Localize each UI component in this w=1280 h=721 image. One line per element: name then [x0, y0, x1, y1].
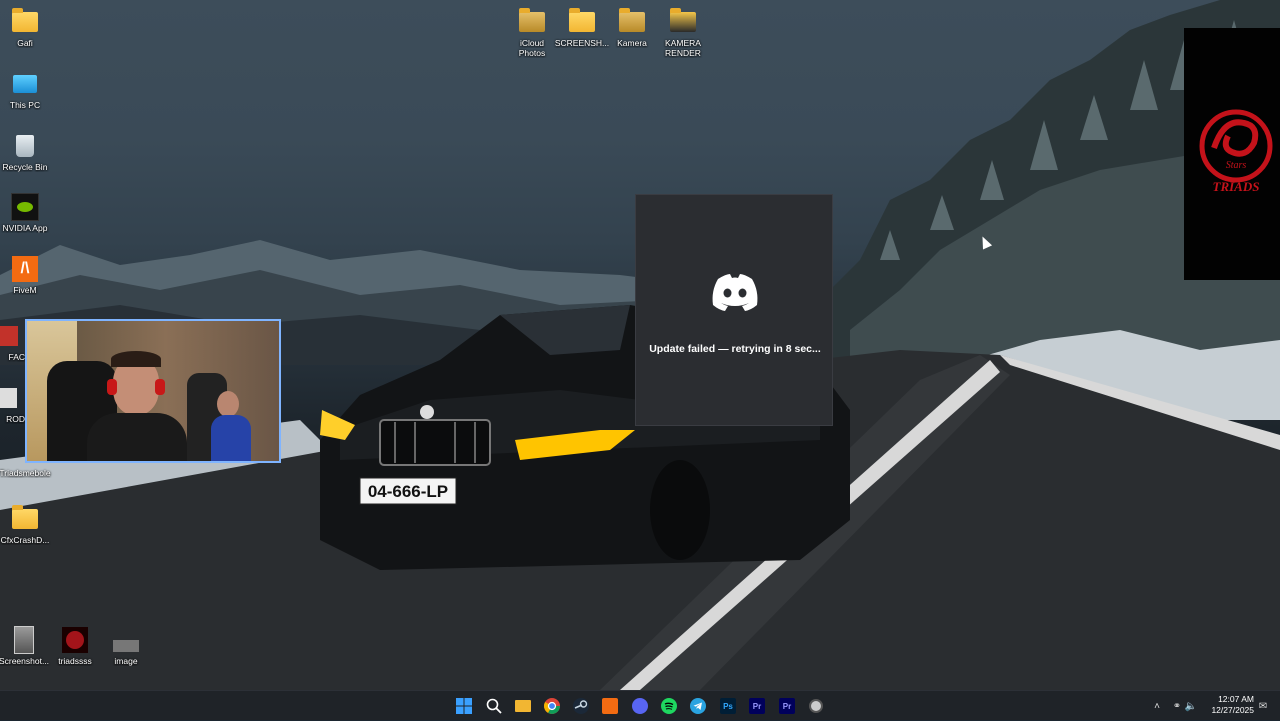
folder-icon — [518, 8, 546, 36]
image-file-icon — [61, 626, 89, 654]
telegram-button[interactable] — [688, 696, 708, 716]
steam-button[interactable] — [571, 696, 591, 716]
license-plate: 04-666-LP — [368, 482, 448, 501]
desktop-icon-fivem[interactable]: /\ FiveM — [0, 255, 55, 295]
discord-updater-dialog: Update failed — retrying in 8 sec... — [635, 194, 833, 426]
file-explorer-button[interactable] — [513, 696, 533, 716]
desktop-icon-image[interactable]: image — [96, 626, 156, 666]
photoshop-button[interactable]: Ps — [718, 696, 738, 716]
app-icon — [0, 384, 21, 412]
chrome-icon — [544, 698, 560, 714]
monitor-icon — [11, 70, 39, 98]
fivem-taskbar-button[interactable] — [600, 696, 620, 716]
speaker-icon[interactable]: 🔈 — [1184, 701, 1198, 712]
triads-logo-panel: Stars TRIADS — [1184, 28, 1280, 280]
fivem-icon — [602, 698, 618, 714]
desktop-icon-kamera-render[interactable]: KAMERA RENDER — [653, 8, 713, 58]
triads-text-stars: Stars — [1226, 160, 1247, 171]
search-icon — [486, 698, 502, 714]
folder-icon — [669, 8, 697, 36]
discord-icon — [632, 698, 648, 714]
notifications-icon[interactable]: ✉ — [1256, 701, 1270, 712]
desktop-icon-gafi[interactable]: Gafi — [0, 8, 55, 48]
steam-icon — [573, 698, 589, 714]
photoshop-icon: Ps — [720, 698, 736, 714]
folder-icon — [618, 8, 646, 36]
windows-logo-icon — [456, 698, 472, 714]
chrome-button[interactable] — [542, 696, 562, 716]
desktop-icon-this-pc[interactable]: This PC — [0, 70, 55, 110]
telegram-icon — [690, 698, 706, 714]
recycle-bin-icon — [11, 132, 39, 160]
clock-date: 12/27/2025 — [1211, 705, 1254, 715]
triads-logo: Stars TRIADS — [1199, 109, 1273, 194]
file-explorer-icon — [515, 700, 531, 712]
premiere-icon: Pr — [749, 698, 765, 714]
obs-button[interactable] — [806, 696, 826, 716]
premiere-button[interactable]: Pr — [747, 696, 767, 716]
app-icon — [0, 322, 21, 350]
language-globe-icon[interactable]: ⚭ — [1170, 701, 1184, 712]
desktop-icon-cfxcrash[interactable]: CfxCrashD... — [0, 505, 55, 545]
show-hidden-icons-chevron-icon[interactable]: ˄ — [1150, 701, 1164, 712]
system-clock[interactable]: 12:07 AM 12/27/2025 — [1211, 694, 1254, 716]
search-button[interactable] — [484, 696, 504, 716]
spotify-button[interactable] — [659, 696, 679, 716]
triads-text-triads: TRIADS — [1213, 179, 1260, 194]
desktop-icon-nvidia-app[interactable]: NVIDIA App — [0, 193, 55, 233]
image-file-icon — [10, 626, 38, 654]
desktop-icon-triadsmebole[interactable]: Triadsmebole — [0, 468, 55, 478]
start-button[interactable] — [454, 696, 474, 716]
discord-taskbar-button[interactable] — [630, 696, 650, 716]
discord-logo-icon — [712, 274, 758, 311]
taskbar: Ps Pr Pr ˄ ⚭ 🔈 12:07 AM 12/27/2025 ✉ — [0, 690, 1280, 720]
nvidia-icon — [11, 193, 39, 221]
folder-icon — [568, 8, 596, 36]
folder-icon — [11, 8, 39, 36]
update-status-message: Update failed — retrying in 8 sec... — [649, 343, 821, 355]
fivem-icon: /\ — [11, 255, 39, 283]
image-file-icon — [112, 626, 140, 654]
webcam-overlay — [25, 319, 281, 463]
premiere-button-2[interactable]: Pr — [777, 696, 797, 716]
spotify-icon — [661, 698, 677, 714]
obs-icon — [809, 699, 823, 713]
desktop-icon-recycle-bin[interactable]: Recycle Bin — [0, 132, 55, 172]
premiere-icon: Pr — [779, 698, 795, 714]
clock-time: 12:07 AM — [1218, 694, 1254, 704]
folder-icon — [11, 505, 39, 533]
